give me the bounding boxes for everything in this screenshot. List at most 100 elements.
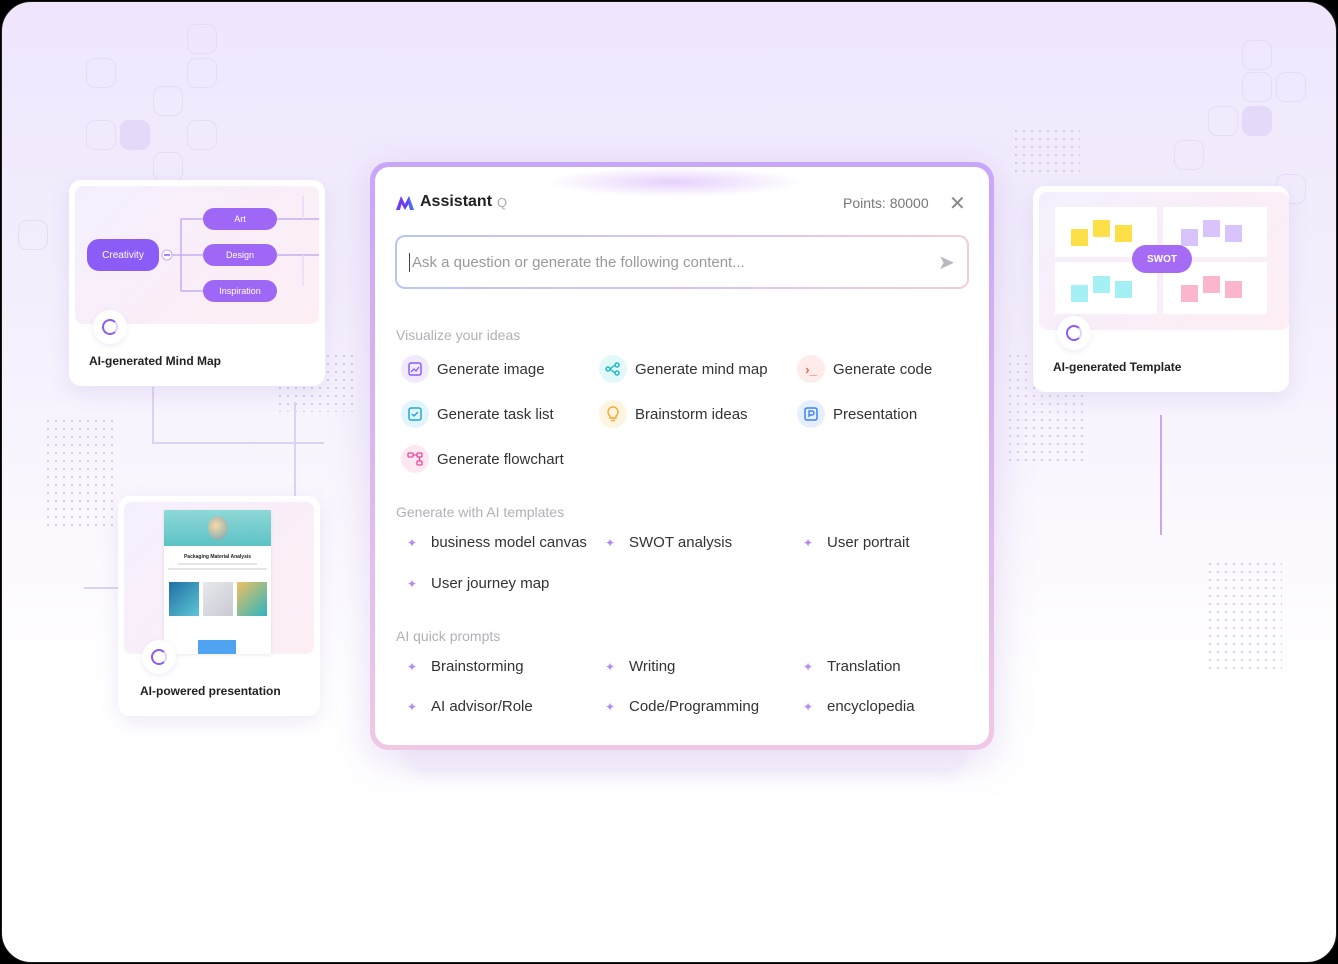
lightbulb-icon <box>599 400 627 428</box>
item-label: Generate flowchart <box>437 450 564 468</box>
generate-mind-map-button[interactable]: Generate mind map <box>599 355 768 383</box>
close-icon[interactable]: ✕ <box>949 191 966 216</box>
sticky-note <box>1071 229 1088 246</box>
slide-image-grid <box>168 582 267 622</box>
prompt-item[interactable]: ✦ Writing <box>603 658 675 675</box>
assistant-panel: Assistant Q Points: 80000 ✕ ➤ Visualize … <box>370 162 994 750</box>
sparkle-icon: ✦ <box>406 576 418 591</box>
mindmap-icon <box>599 355 627 383</box>
send-icon[interactable]: ➤ <box>938 250 955 275</box>
sparkle-icon: ✦ <box>802 659 814 674</box>
decor-tile <box>86 58 116 88</box>
slide-text-line <box>168 568 267 570</box>
sticky-note <box>1225 281 1242 298</box>
decor-tile <box>18 220 48 250</box>
search-box: ➤ <box>395 235 969 289</box>
mindmap-branch-node: Inspiration <box>203 280 277 302</box>
mindmap-branch-node: Art <box>203 208 277 230</box>
sparkle-icon: ✦ <box>406 659 418 674</box>
connector-line <box>152 387 154 443</box>
item-label: Brainstorming <box>431 658 524 675</box>
generate-code-button[interactable]: ›_ Generate code <box>797 355 932 383</box>
sticky-note <box>1115 225 1132 242</box>
loading-badge <box>93 310 127 344</box>
connector-line <box>294 402 296 502</box>
sparkle-icon: ✦ <box>802 535 814 550</box>
template-item[interactable]: ✦ SWOT analysis <box>603 534 732 551</box>
generate-task-list-button[interactable]: Generate task list <box>401 400 554 428</box>
assistant-logo-icon <box>396 196 414 210</box>
item-label: Translation <box>827 658 901 675</box>
slide-image <box>169 582 199 616</box>
sparkle-icon: ✦ <box>802 699 814 714</box>
decor-dots <box>1206 560 1282 670</box>
sticky-note <box>1115 281 1132 298</box>
template-item[interactable]: ✦ User portrait <box>801 534 910 551</box>
decor-tile <box>187 24 217 54</box>
item-label: Generate task list <box>437 405 554 423</box>
decor-tile <box>1242 72 1272 102</box>
sparkle-icon: ✦ <box>604 535 616 550</box>
connector-line <box>1160 415 1162 535</box>
loading-spinner-icon <box>1066 325 1082 341</box>
sticky-note <box>1181 229 1198 246</box>
decor-tile <box>187 58 217 88</box>
slide-text-line <box>178 563 257 565</box>
decor-tile <box>153 86 183 116</box>
sparkle-icon: ✦ <box>406 535 418 550</box>
item-label: Generate mind map <box>635 360 768 378</box>
mindmap-preview: Creativity Art Design Inspiration <box>75 186 319 324</box>
sparkle-icon: ✦ <box>604 699 616 714</box>
checkbox-icon <box>401 400 429 428</box>
sticky-note <box>1093 276 1110 293</box>
mindmap-branch-node: Design <box>203 244 277 266</box>
prompt-item[interactable]: ✦ encyclopedia <box>801 698 915 715</box>
prompt-item[interactable]: ✦ Translation <box>801 658 901 675</box>
prompt-item[interactable]: ✦ AI advisor/Role <box>405 698 533 715</box>
points-display: Points: 80000 <box>843 195 929 211</box>
sparkle-icon: ✦ <box>604 659 616 674</box>
template-item[interactable]: ✦ business model canvas <box>405 534 587 551</box>
mindmap-card[interactable]: Creativity Art Design Inspiration AI-gen… <box>69 180 325 386</box>
sticky-note <box>1181 285 1198 302</box>
mindmap-root-node: Creativity <box>87 239 159 271</box>
slide-thumbnail: Packaging Material Analysis <box>164 510 271 654</box>
mindmap-card-label: AI-generated Mind Map <box>89 354 222 368</box>
template-card[interactable]: AI-generated Template <box>1033 186 1289 392</box>
prompt-item[interactable]: ✦ Code/Programming <box>603 698 759 715</box>
search-input[interactable] <box>409 252 924 272</box>
decor-tile <box>1242 106 1272 136</box>
decor-tile <box>153 152 183 182</box>
presentation-preview: Packaging Material Analysis <box>124 502 314 654</box>
brainstorm-ideas-button[interactable]: Brainstorm ideas <box>599 400 748 428</box>
flowchart-icon <box>401 445 429 473</box>
presentation-card[interactable]: Packaging Material Analysis AI-powered p… <box>118 496 320 716</box>
sticky-note <box>1225 225 1242 242</box>
presentation-icon <box>797 400 825 428</box>
template-item[interactable]: ✦ User journey map <box>405 575 549 592</box>
decor-tile <box>86 120 116 150</box>
item-label: encyclopedia <box>827 698 915 715</box>
decor-tile <box>1208 106 1238 136</box>
presentation-card-label: AI-powered presentation <box>140 684 281 698</box>
item-label: Generate code <box>833 360 933 378</box>
slide-hero-image <box>164 510 271 546</box>
connector-line <box>152 442 324 444</box>
presentation-button[interactable]: Presentation <box>797 400 917 428</box>
decor-tile <box>1276 72 1306 102</box>
item-label: Presentation <box>833 405 918 423</box>
item-label: AI advisor/Role <box>431 698 533 715</box>
loading-badge <box>1057 316 1091 350</box>
image-icon <box>401 355 429 383</box>
assistant-shortcut: Q <box>497 195 508 210</box>
connector-line <box>84 587 120 589</box>
prompt-item[interactable]: ✦ Brainstorming <box>405 658 524 675</box>
generate-flowchart-button[interactable]: Generate flowchart <box>401 445 564 473</box>
item-label: User journey map <box>431 575 550 592</box>
slide-hero-object <box>208 516 228 540</box>
sticky-note <box>1071 285 1088 302</box>
item-label: Code/Programming <box>629 698 760 715</box>
decor-tile <box>1174 140 1204 170</box>
decor-tile <box>1242 40 1272 70</box>
generate-image-button[interactable]: Generate image <box>401 355 545 383</box>
